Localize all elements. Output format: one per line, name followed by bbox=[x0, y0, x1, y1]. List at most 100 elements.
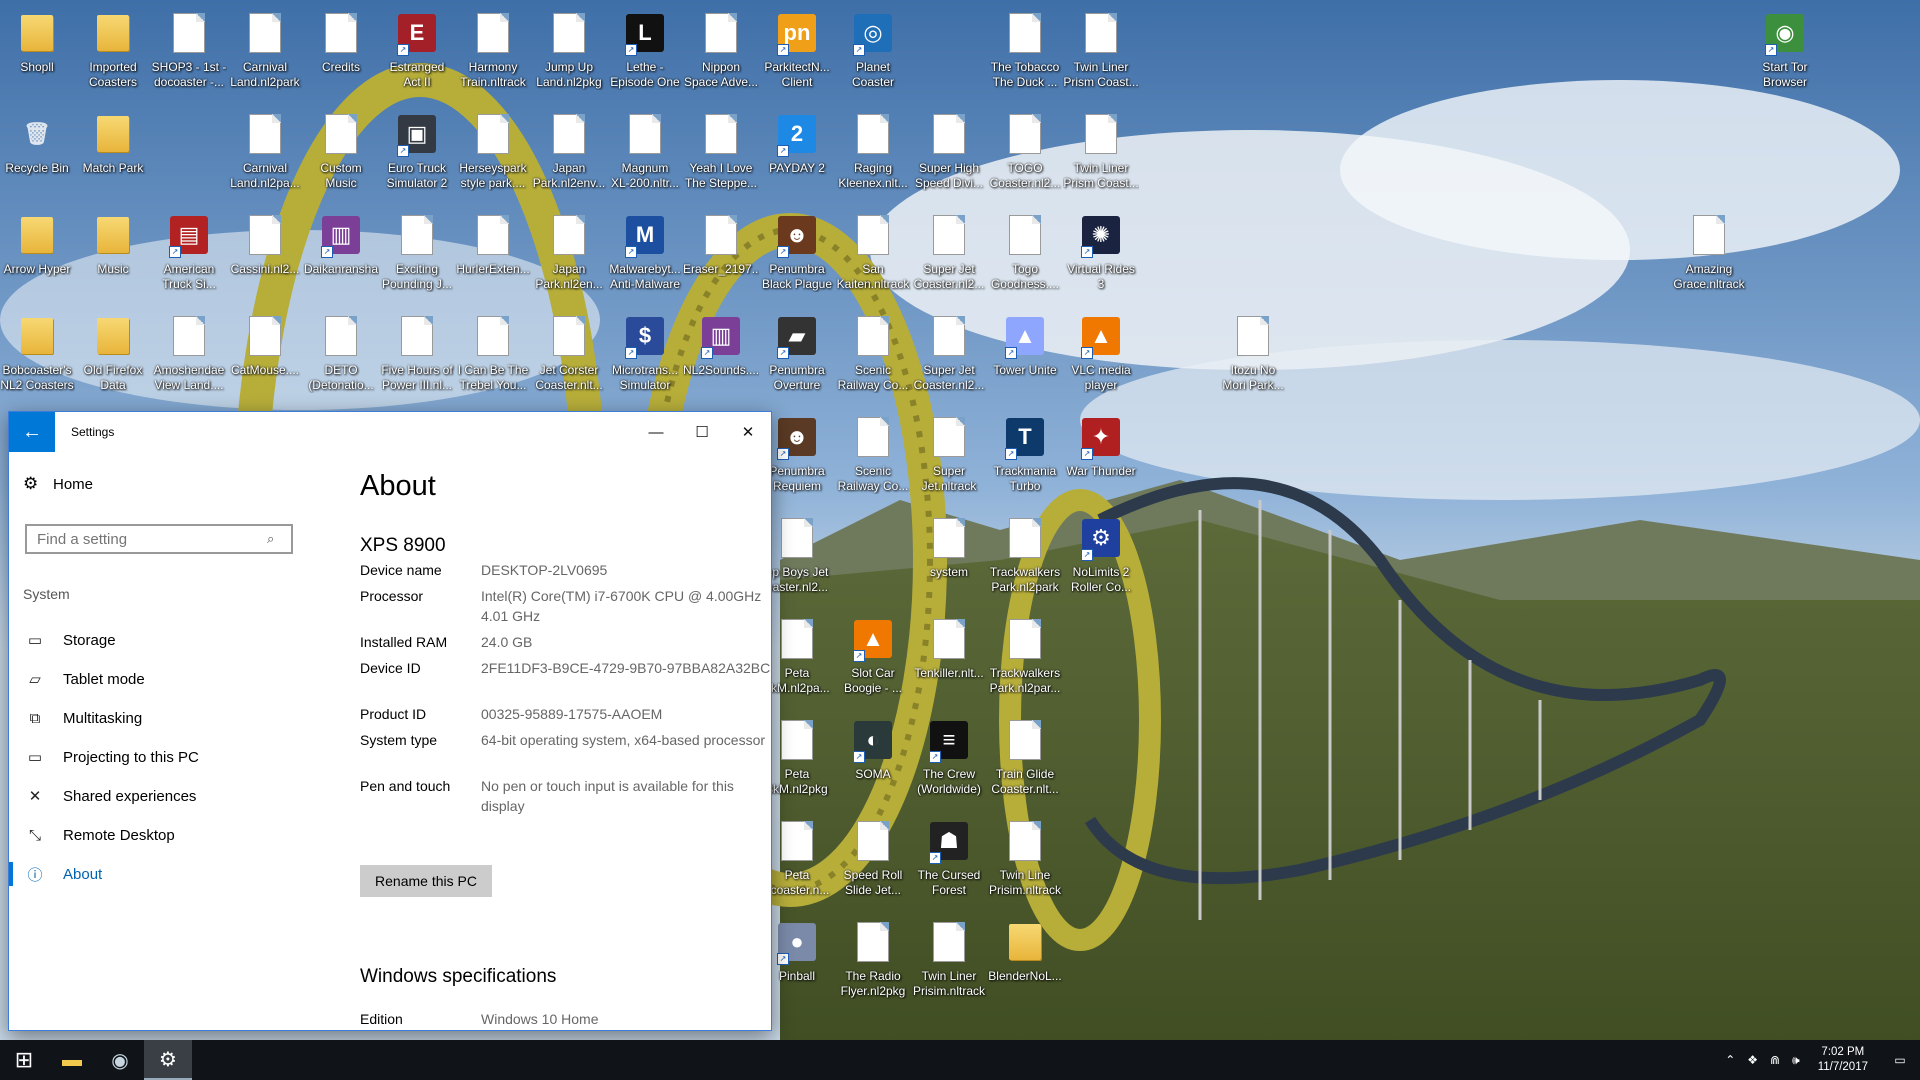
desktop-icon[interactable]: CatMouse.... bbox=[229, 307, 301, 403]
desktop-icon[interactable]: BlenderNoL... bbox=[988, 913, 1062, 1009]
desktop-icon[interactable]: Magnum XL-200.nltr... bbox=[609, 105, 681, 201]
desktop-icon[interactable]: Twin Line Prisim.nltrack bbox=[989, 812, 1061, 908]
desktop-icon[interactable]: ✺ ↗ Virtual Rides 3 bbox=[1065, 206, 1137, 302]
sidebar-item-remote-desktop[interactable]: ⤡ Remote Desktop bbox=[9, 815, 309, 855]
desktop-icon[interactable]: ≡ ↗ The Crew (Worldwide) bbox=[913, 711, 985, 807]
taskbar-settings-button[interactable]: ⚙ bbox=[144, 1040, 192, 1080]
desktop-icon[interactable]: Custom Music bbox=[305, 105, 377, 201]
desktop-icon[interactable]: ✦ ↗ War Thunder bbox=[1065, 408, 1137, 504]
desktop-icon[interactable]: Scenic Railway Co... bbox=[837, 408, 909, 504]
close-button[interactable]: ✕ bbox=[725, 412, 771, 452]
desktop-icon[interactable]: Amoshendae View Land.... bbox=[153, 307, 225, 403]
desktop-icon[interactable]: Nippon Space Adve... bbox=[684, 4, 758, 100]
desktop-icon[interactable]: ▲ ↗ Tower Unite bbox=[989, 307, 1061, 403]
desktop-icon[interactable]: Carnival Land.nl2park bbox=[229, 4, 301, 100]
desktop-icon[interactable]: Twin Liner Prisim.nltrack bbox=[913, 913, 985, 1009]
desktop-icon[interactable]: ▤ ↗ American Truck Si... bbox=[153, 206, 225, 302]
desktop-icon[interactable]: ▥ ↗ NL2Sounds.... bbox=[683, 307, 759, 403]
desktop-icon[interactable]: Trackwalkers Park.nl2par... bbox=[989, 610, 1061, 706]
desktop-icon[interactable]: ▥ ↗ Daikanransha bbox=[304, 206, 378, 302]
sidebar-item-shared-experiences[interactable]: ✕ Shared experiences bbox=[9, 776, 309, 816]
desktop-icon[interactable]: Cassini.nl2... bbox=[229, 206, 301, 302]
desktop-icon[interactable]: Jet Corster Coaster.nlt... bbox=[533, 307, 605, 403]
search-icon[interactable]: ⌕ bbox=[267, 531, 291, 547]
desktop-icon[interactable]: San Kaiten.nltrack bbox=[837, 206, 909, 302]
desktop-icon[interactable]: The Radio Flyer.nl2pkg bbox=[837, 913, 909, 1009]
sidebar-item-projecting-to-this-pc[interactable]: ▭ Projecting to this PC bbox=[9, 737, 309, 777]
search-input[interactable] bbox=[27, 530, 267, 548]
desktop-icon[interactable]: ◐ ↗ SOMA bbox=[837, 711, 909, 807]
desktop-icon[interactable]: Credits bbox=[305, 4, 377, 100]
desktop-icon[interactable]: E ↗ Estranged Act II bbox=[381, 4, 453, 100]
clock[interactable]: 7:02 PM 11/7/2017 bbox=[1818, 1045, 1868, 1075]
show-hidden-icons-icon[interactable]: ⌃ bbox=[1725, 1053, 1735, 1067]
desktop-icon[interactable]: L ↗ Lethe - Episode One bbox=[609, 4, 681, 100]
desktop-icon[interactable]: ☻ ↗ Penumbra Black Plague bbox=[761, 206, 833, 302]
desktop-icon[interactable]: Yeah I Love The Steppe... bbox=[685, 105, 757, 201]
desktop-icon[interactable]: ▲ ↗ Slot Car Boogie - ... bbox=[837, 610, 909, 706]
desktop-icon[interactable]: Speed Roll Slide Jet... bbox=[837, 812, 909, 908]
desktop-icon[interactable]: ⚙ ↗ NoLimits 2 Roller Co... bbox=[1065, 509, 1137, 605]
desktop-icon[interactable]: Train Glide Coaster.nlt... bbox=[989, 711, 1061, 807]
sidebar-item-multitasking[interactable]: ⧉ Multitasking bbox=[9, 698, 309, 738]
desktop-icon[interactable]: Eraser_2197... bbox=[683, 206, 759, 302]
desktop-icon[interactable]: Togo Goodness.... bbox=[989, 206, 1061, 302]
desktop-icon[interactable]: Match Park bbox=[77, 105, 149, 201]
desktop-icon[interactable]: Herseyspark style park.... bbox=[457, 105, 529, 201]
minimize-button[interactable]: — bbox=[633, 412, 679, 452]
desktop-icon[interactable]: ▣ ↗ Euro Truck Simulator 2 bbox=[381, 105, 453, 201]
desktop-icon[interactable]: Amazing Grace.nltrack bbox=[1673, 206, 1745, 302]
desktop-icon[interactable]: Japan Park.nl2env... bbox=[533, 105, 605, 201]
desktop-icon[interactable]: Itozu No Mori Park... bbox=[1217, 307, 1289, 403]
start-button[interactable]: ⊞ bbox=[0, 1040, 48, 1080]
desktop-icon[interactable]: DETO (Detonatio... bbox=[305, 307, 377, 403]
desktop-icon[interactable]: $ ↗ Microtrans... Simulator bbox=[609, 307, 681, 403]
desktop-icon[interactable]: ◉ ↗ Start Tor Browser bbox=[1749, 4, 1821, 100]
desktop-icon[interactable]: ▰ ↗ Penumbra Overture bbox=[761, 307, 833, 403]
desktop-icon[interactable]: T ↗ Trackmania Turbo bbox=[989, 408, 1061, 504]
desktop-icon[interactable]: Shopll bbox=[1, 4, 73, 100]
desktop-icon[interactable]: Old Firefox Data bbox=[77, 307, 149, 403]
action-center-button[interactable]: ▭ bbox=[1880, 1040, 1920, 1080]
desktop-icon[interactable]: HurlerExten... bbox=[456, 206, 530, 302]
taskbar-steam-button[interactable]: ◉ bbox=[96, 1040, 144, 1080]
desktop-icon[interactable]: Scenic Railway Co... bbox=[837, 307, 909, 403]
rename-pc-button[interactable]: Rename this PC bbox=[360, 865, 492, 897]
desktop-icon[interactable]: Tenkiller.nlt... bbox=[913, 610, 985, 706]
desktop-icon[interactable]: Jump Up Land.nl2pkg bbox=[533, 4, 605, 100]
dropbox-icon[interactable]: ❖ bbox=[1747, 1053, 1758, 1067]
desktop-icon[interactable]: Arrow Hyper bbox=[1, 206, 73, 302]
desktop-icon[interactable]: The Tobacco The Duck ... bbox=[989, 4, 1061, 100]
desktop-icon[interactable]: system bbox=[913, 509, 985, 605]
back-button[interactable]: ← bbox=[9, 412, 55, 452]
desktop-icon[interactable]: Exciting Pounding J... bbox=[381, 206, 453, 302]
desktop-icon[interactable]: Super Jet Coaster.nl2... bbox=[913, 206, 985, 302]
desktop-icon[interactable]: 🗑 Recycle Bin bbox=[1, 105, 73, 201]
desktop-icon[interactable]: Bobcoaster's NL2 Coasters bbox=[0, 307, 74, 403]
volume-icon[interactable]: 🕪 bbox=[1792, 1053, 1800, 1068]
desktop-icon[interactable]: I Can Be The Trebel You... bbox=[457, 307, 529, 403]
desktop-icon[interactable]: Super Jet.nltrack bbox=[913, 408, 985, 504]
desktop-icon[interactable]: Raging Kleenex.nlt... bbox=[837, 105, 909, 201]
desktop-icon[interactable]: Imported Coasters bbox=[77, 4, 149, 100]
sidebar-item-tablet-mode[interactable]: ▱ Tablet mode bbox=[9, 659, 309, 699]
taskbar-file-explorer-button[interactable]: ▬ bbox=[48, 1040, 96, 1080]
desktop-icon[interactable]: M ↗ Malwarebyt... Anti-Malware bbox=[609, 206, 681, 302]
desktop-icon[interactable]: Carnival Land.nl2pa... bbox=[229, 105, 301, 201]
maximize-button[interactable]: ☐ bbox=[679, 412, 725, 452]
sidebar-item-about[interactable]: ⓘ About bbox=[9, 854, 309, 894]
desktop-icon[interactable]: Japan Park.nl2en... bbox=[533, 206, 605, 302]
desktop-icon[interactable]: Twin Liner Prism Coast... bbox=[1063, 4, 1139, 100]
desktop-icon[interactable]: 2 ↗ PAYDAY 2 bbox=[761, 105, 833, 201]
desktop-icon[interactable]: Twin Liner Prism Coast... bbox=[1063, 105, 1139, 201]
home-nav[interactable]: ⚙ Home bbox=[23, 474, 93, 494]
desktop-icon[interactable]: pn ↗ ParkitectN... Client bbox=[761, 4, 833, 100]
desktop-icon[interactable]: Harmony Train.nltrack bbox=[457, 4, 529, 100]
desktop-icon[interactable]: Super High Speed Divi... bbox=[913, 105, 985, 201]
title-bar[interactable]: ← Settings — ☐ ✕ bbox=[9, 412, 771, 452]
desktop-icon[interactable]: Trackwalkers Park.nl2park bbox=[989, 509, 1061, 605]
desktop-icon[interactable]: Music bbox=[77, 206, 149, 302]
sidebar-item-storage[interactable]: ▭ Storage bbox=[9, 620, 309, 660]
network-icon[interactable]: ⋒ bbox=[1770, 1053, 1780, 1067]
desktop-icon[interactable]: Super Jet Coaster.nl2... bbox=[913, 307, 985, 403]
